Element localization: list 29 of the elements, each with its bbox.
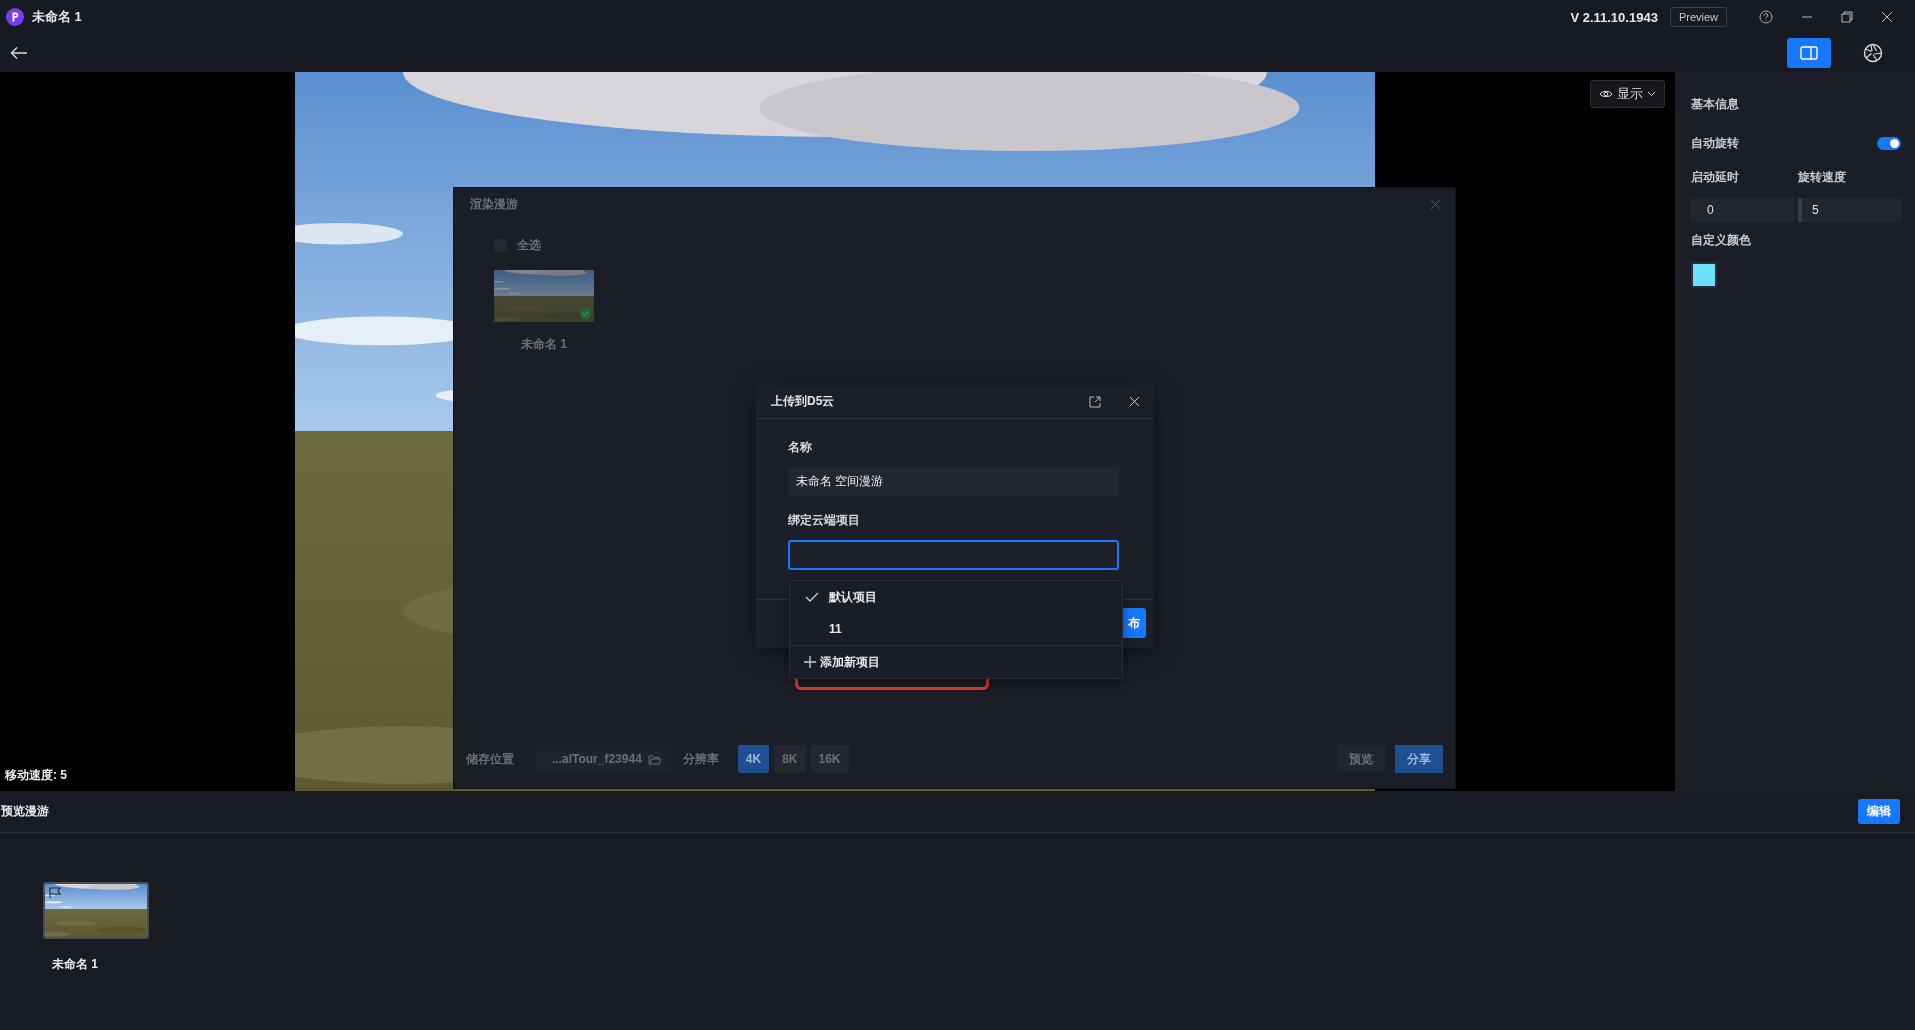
move-speed-label: 移动速度: 5 [5, 767, 67, 784]
panel-toggle-button[interactable] [1787, 38, 1831, 68]
restore-icon[interactable] [1841, 11, 1853, 23]
color-swatch[interactable] [1691, 262, 1717, 288]
display-menu-button[interactable]: 显示 [1590, 80, 1665, 108]
back-arrow-icon[interactable] [10, 46, 28, 60]
version-label: V 2.11.10.1943 [1570, 9, 1658, 25]
field-label: 自定义颜色 [1691, 232, 1752, 249]
edit-button[interactable]: 编辑 [1858, 799, 1900, 824]
share-button[interactable]: 分享 [1395, 745, 1443, 773]
chevron-down-icon [1647, 91, 1656, 97]
auto-rotate-toggle[interactable] [1877, 137, 1901, 150]
flag-icon [49, 887, 62, 898]
aperture-icon [1863, 43, 1883, 63]
panel-title: 预览漫游 [1, 803, 49, 820]
toggle-label: 自动旋转 [1691, 135, 1739, 152]
field-label: 旋转速度 [1798, 169, 1847, 186]
side-panel-icon [1800, 46, 1818, 60]
eye-icon [1599, 89, 1613, 99]
number-field[interactable]: 5 [1798, 198, 1901, 222]
close-icon[interactable] [1881, 11, 1893, 23]
number-field[interactable]: 0 [1691, 198, 1794, 222]
section-title: 基本信息 [1691, 96, 1740, 113]
preview-button[interactable]: Preview [1669, 7, 1727, 27]
help-icon[interactable] [1759, 10, 1773, 24]
field-label: 启动延时 [1691, 169, 1740, 186]
app-logo-icon [6, 8, 24, 26]
thumbnail-caption: 未命名 1 [52, 956, 98, 973]
window-title: 未命名 1 [32, 8, 82, 26]
